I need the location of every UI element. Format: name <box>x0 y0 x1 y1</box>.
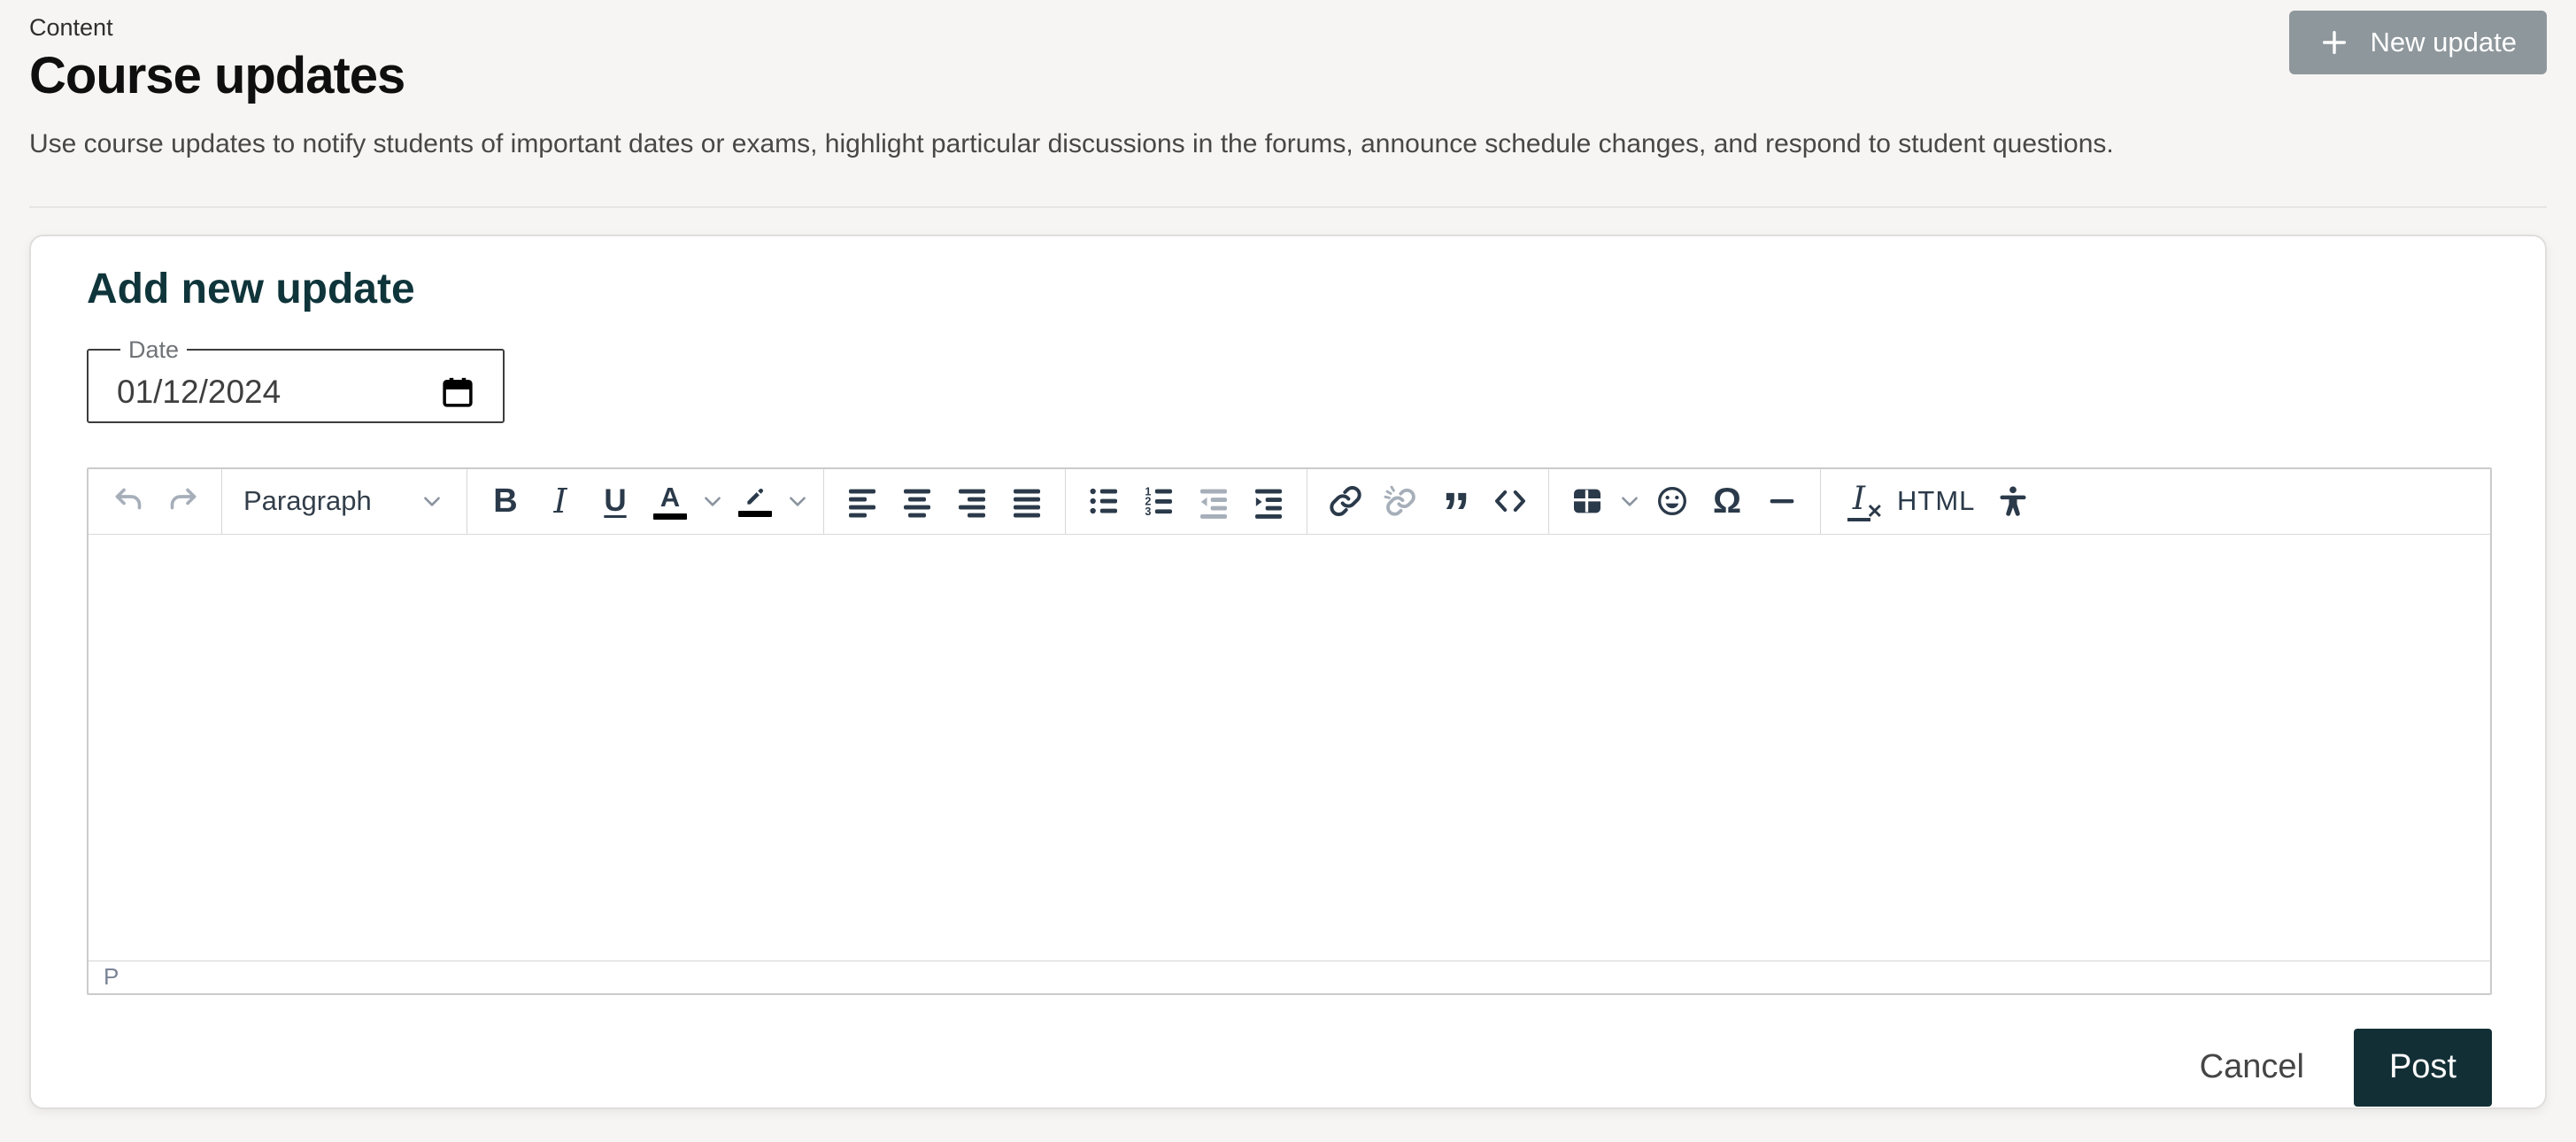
unlink-button <box>1373 471 1428 531</box>
editor-statusbar: P <box>89 961 2490 993</box>
align-left-button[interactable] <box>835 471 890 531</box>
align-right-button[interactable] <box>945 471 999 531</box>
align-center-button[interactable] <box>890 471 945 531</box>
clear-formatting-icon: I✕ <box>1847 481 1870 521</box>
highlight-color-button-split <box>728 471 813 531</box>
bullet-list-button[interactable] <box>1076 471 1131 531</box>
toolbar-group <box>824 469 1066 534</box>
underline-icon: U <box>604 483 626 519</box>
undo-icon <box>111 483 146 519</box>
undo-button <box>101 471 156 531</box>
chevron-down-icon <box>701 490 724 513</box>
cancel-button[interactable]: Cancel <box>2194 1048 2310 1086</box>
block-format-dropdown[interactable]: Paragraph <box>233 471 456 531</box>
italic-icon: I <box>553 482 567 521</box>
add-update-card: Add new update Date 01/12/2024 Paragraph… <box>29 235 2547 1109</box>
horizontal-rule-icon <box>1764 483 1800 519</box>
toolbar-group: I✕ HTML <box>1821 469 2051 534</box>
date-value[interactable]: 01/12/2024 <box>117 374 281 411</box>
justify-icon <box>1009 483 1045 519</box>
toolbar-group: 123 <box>1066 469 1307 534</box>
chevron-down-icon <box>420 490 443 513</box>
plus-icon <box>2319 27 2349 58</box>
redo-icon <box>166 483 201 519</box>
highlight-color-icon <box>738 485 772 517</box>
calendar-icon[interactable] <box>439 374 476 411</box>
toolbar-group: ” <box>1307 469 1549 534</box>
toolbar-group: Paragraph <box>222 469 467 534</box>
accessibility-checker-icon <box>1995 483 2031 519</box>
breadcrumb[interactable]: Content <box>29 0 113 42</box>
unlink-icon <box>1383 483 1418 519</box>
table-button-split <box>1560 471 1645 531</box>
clear-formatting-button[interactable]: I✕ <box>1832 471 1886 531</box>
card-title: Add new update <box>87 266 2492 313</box>
svg-text:3: 3 <box>1145 505 1151 518</box>
numbered-list-button[interactable]: 123 <box>1131 471 1186 531</box>
table-button-menu-chevron[interactable] <box>1615 471 1645 531</box>
text-color-icon: A <box>653 483 687 520</box>
rich-text-editor: Paragraph BI UA 123 ” Ω I✕ HTML P <box>87 467 2492 995</box>
code-button[interactable] <box>1483 471 1538 531</box>
outdent-button <box>1186 471 1241 531</box>
date-label: Date <box>120 336 187 364</box>
special-character-button[interactable]: Ω <box>1700 471 1755 531</box>
text-color-button-menu-chevron[interactable] <box>698 471 728 531</box>
bold-icon: B <box>493 482 517 521</box>
emoji-button[interactable] <box>1645 471 1700 531</box>
indent-button[interactable] <box>1241 471 1296 531</box>
accessibility-checker-button[interactable] <box>1986 471 2040 531</box>
chevron-down-icon <box>1618 490 1641 513</box>
highlight-color-button-menu-chevron[interactable] <box>783 471 813 531</box>
align-left-icon <box>845 483 880 519</box>
blockquote-icon: ” <box>1442 479 1469 525</box>
html-source-button-label: HTML <box>1886 485 1986 517</box>
blockquote-button[interactable]: ” <box>1428 471 1483 531</box>
align-right-icon <box>954 483 990 519</box>
page-title: Course updates <box>29 47 2547 106</box>
element-path[interactable]: P <box>104 963 119 991</box>
bold-button[interactable]: B <box>478 471 533 531</box>
new-update-button-label: New update <box>2371 27 2517 58</box>
bullet-list-icon <box>1086 483 1122 519</box>
new-update-button[interactable]: New update <box>2289 11 2547 74</box>
underline-button[interactable]: U <box>588 471 643 531</box>
align-center-icon <box>899 483 935 519</box>
date-input[interactable]: Date 01/12/2024 <box>87 336 505 423</box>
block-format-label: Paragraph <box>243 485 372 517</box>
indent-icon <box>1251 483 1286 519</box>
post-button[interactable]: Post <box>2354 1029 2492 1107</box>
link-icon <box>1328 483 1363 519</box>
italic-button[interactable]: I <box>533 471 588 531</box>
link-button[interactable] <box>1318 471 1373 531</box>
justify-button[interactable] <box>999 471 1054 531</box>
numbered-list-icon: 123 <box>1141 483 1176 519</box>
toolbar-group <box>90 469 222 534</box>
table-button[interactable] <box>1560 471 1615 531</box>
form-actions: Cancel Post <box>87 1029 2492 1107</box>
toolbar-group: BI UA <box>467 469 824 534</box>
chevron-down-icon <box>786 490 809 513</box>
table-icon <box>1570 483 1605 519</box>
emoji-icon <box>1654 483 1690 519</box>
divider <box>29 206 2547 208</box>
outdent-icon <box>1196 483 1231 519</box>
toolbar-group: Ω <box>1549 469 1821 534</box>
editor-body[interactable] <box>89 535 2490 961</box>
html-source-button[interactable]: HTML <box>1886 471 1986 531</box>
special-character-icon: Ω <box>1713 482 1741 521</box>
page-description: Use course updates to notify students of… <box>29 127 2547 161</box>
redo-button <box>156 471 211 531</box>
code-icon <box>1492 483 1528 519</box>
text-color-button[interactable]: A <box>643 471 698 531</box>
horizontal-rule-button[interactable] <box>1755 471 1809 531</box>
course-updates-page: Content Course updates New update Use co… <box>0 0 2576 1142</box>
highlight-color-button[interactable] <box>728 471 783 531</box>
text-color-button-split: A <box>643 471 728 531</box>
editor-toolbar: Paragraph BI UA 123 ” Ω I✕ HTML <box>89 469 2490 535</box>
